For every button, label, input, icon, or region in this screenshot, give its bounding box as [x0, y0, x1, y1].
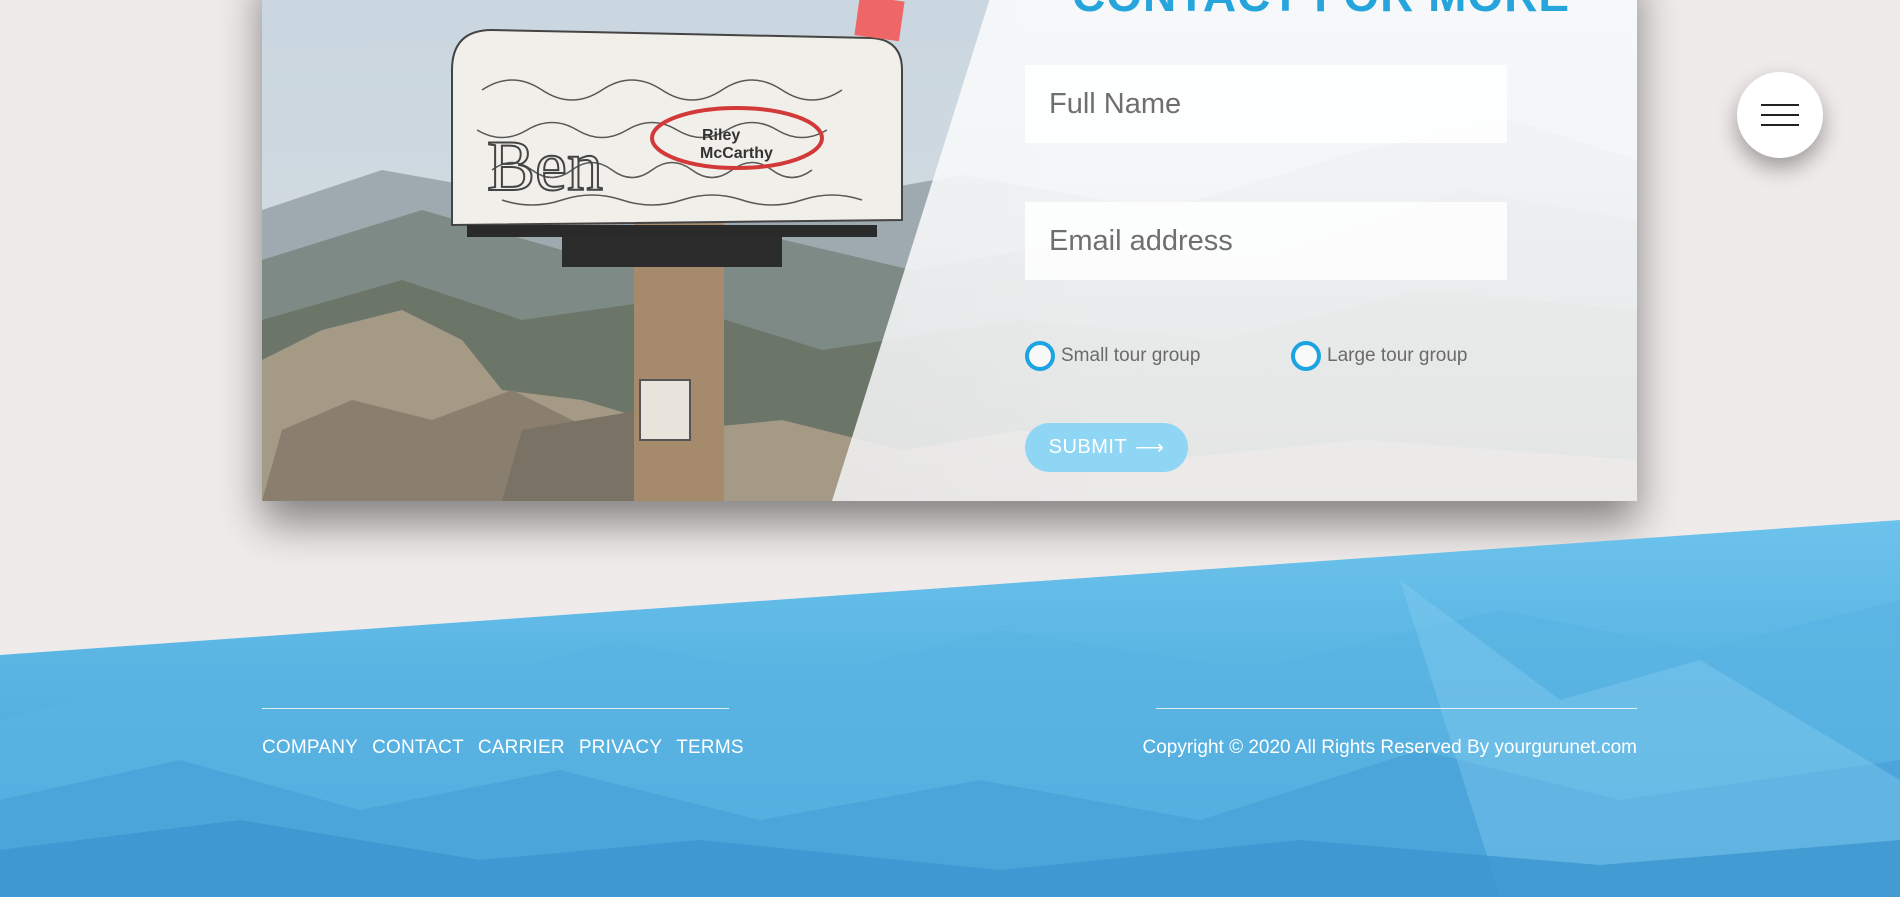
radio-label-large: Large tour group	[1327, 345, 1468, 366]
hamburger-menu-button[interactable]	[1737, 72, 1823, 158]
mailbox-graffiti: Ben	[487, 126, 603, 206]
copyright-text: Copyright © 2020 All Rights Reserved By …	[1142, 737, 1637, 758]
footer-link-terms[interactable]: TERMS	[676, 737, 744, 759]
contact-card: Riley McCarthy Ben CONTACT FOR MORE Smal…	[262, 0, 1637, 501]
radio-circle[interactable]	[1025, 341, 1055, 371]
submit-label: SUBMIT	[1048, 436, 1128, 458]
footer-divider-left	[262, 708, 729, 709]
email-field[interactable]	[1025, 202, 1507, 280]
radio-label-small: Small tour group	[1061, 345, 1201, 366]
arrow-right-icon: ⟶	[1135, 437, 1165, 459]
hamburger-line-icon	[1761, 104, 1799, 106]
hamburger-line-icon	[1761, 114, 1799, 116]
footer-divider-right	[1156, 708, 1637, 709]
radio-small-tour-group[interactable]: Small tour group	[1025, 341, 1200, 371]
footer-nav: COMPANY CONTACT CARRIER PRIVACY TERMS	[262, 737, 744, 759]
hamburger-line-icon	[1761, 124, 1799, 126]
footer-link-carrier[interactable]: CARRIER	[478, 737, 565, 759]
form-title: CONTACT FOR MORE	[1072, 0, 1570, 22]
footer-link-company[interactable]: COMPANY	[262, 737, 358, 759]
mailbox-sticker-text-1: Riley	[702, 127, 740, 144]
submit-button[interactable]: SUBMIT ⟶	[1025, 423, 1188, 472]
radio-large-tour-group[interactable]: Large tour group	[1291, 341, 1468, 371]
radio-circle[interactable]	[1291, 341, 1321, 371]
footer-link-privacy[interactable]: PRIVACY	[579, 737, 662, 759]
full-name-field[interactable]	[1025, 65, 1507, 143]
footer-link-contact[interactable]: CONTACT	[372, 737, 464, 759]
mailbox-sticker-text-2: McCarthy	[700, 145, 773, 162]
